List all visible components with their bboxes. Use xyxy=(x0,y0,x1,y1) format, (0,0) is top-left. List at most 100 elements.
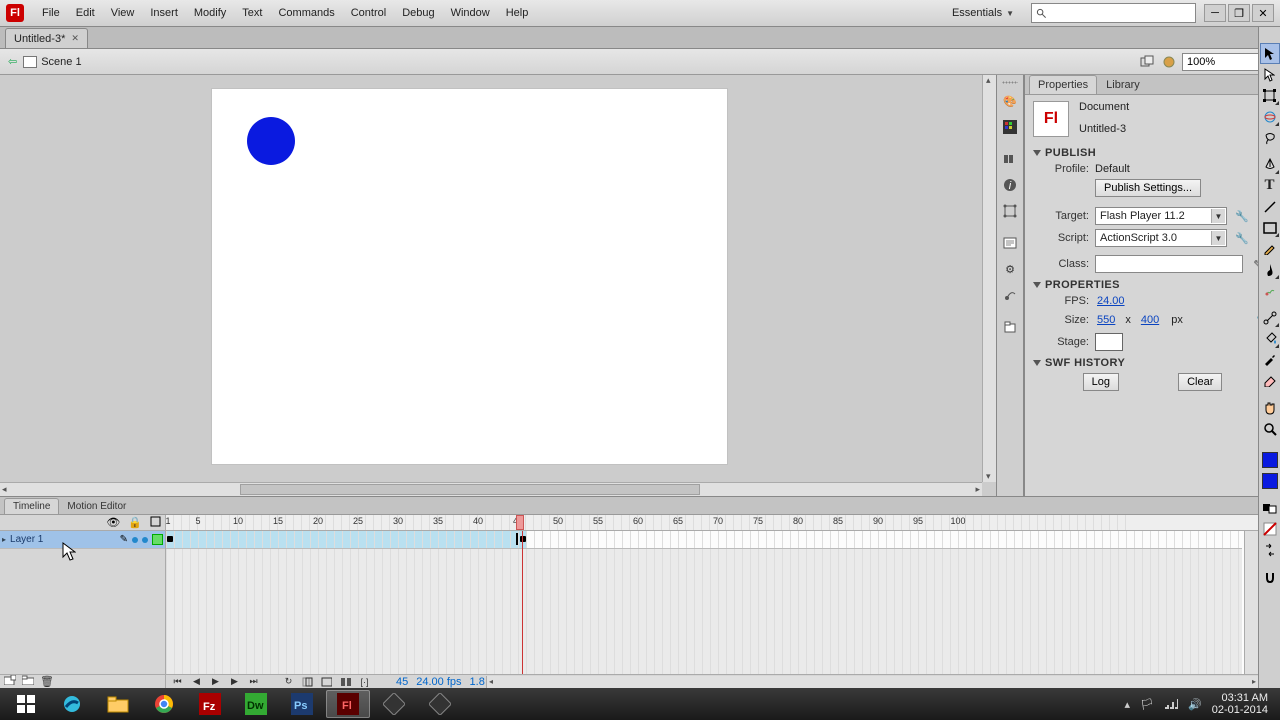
stage-area[interactable] xyxy=(0,75,996,496)
onion-skin-icon[interactable] xyxy=(302,677,313,687)
motion-presets-icon[interactable] xyxy=(997,282,1023,308)
frames-area[interactable] xyxy=(166,531,1258,674)
align-panel-icon[interactable] xyxy=(997,146,1023,172)
eyedropper-tool[interactable] xyxy=(1260,349,1280,370)
back-arrow-icon[interactable]: ⇦ xyxy=(8,55,17,68)
stroke-color[interactable] xyxy=(1260,449,1280,470)
new-layer-icon[interactable] xyxy=(4,675,16,688)
eraser-tool[interactable] xyxy=(1260,370,1280,391)
goto-first-icon[interactable]: ⏮ xyxy=(172,676,183,687)
restore-button[interactable]: ❐ xyxy=(1228,4,1250,22)
layer-expand-icon[interactable]: ▸ xyxy=(2,535,6,544)
code-snippets-icon[interactable] xyxy=(997,230,1023,256)
tray-date[interactable]: 02-01-2014 xyxy=(1212,704,1268,716)
project-panel-icon[interactable] xyxy=(997,314,1023,340)
target-select[interactable]: Flash Player 11.2▼ xyxy=(1095,207,1227,225)
delete-layer-icon[interactable]: 🗑 xyxy=(40,675,54,688)
explorer-taskbar-icon[interactable] xyxy=(96,690,140,718)
class-input[interactable] xyxy=(1095,255,1243,273)
chrome-taskbar-icon[interactable] xyxy=(142,690,186,718)
tray-up-icon[interactable]: ▴ xyxy=(1125,698,1131,711)
shape-circle[interactable] xyxy=(247,117,295,165)
section-properties[interactable]: PROPERTIES xyxy=(1033,279,1272,291)
lasso-tool[interactable] xyxy=(1260,127,1280,148)
selection-tool[interactable] xyxy=(1260,43,1280,64)
ie-taskbar-icon[interactable] xyxy=(50,690,94,718)
zoom-tool[interactable] xyxy=(1260,418,1280,439)
start-button[interactable] xyxy=(4,690,48,718)
stage-canvas[interactable] xyxy=(212,89,727,464)
loop-icon[interactable]: ↻ xyxy=(283,676,294,687)
swatches-panel-icon[interactable] xyxy=(997,114,1023,140)
onion-markers-icon[interactable]: [·] xyxy=(359,677,370,687)
menu-insert[interactable]: Insert xyxy=(142,3,186,23)
panel-grip[interactable] xyxy=(1002,81,1018,84)
keyframe-start[interactable] xyxy=(167,536,173,542)
subselection-tool[interactable] xyxy=(1260,64,1280,85)
action-center-icon[interactable]: 🏳 xyxy=(1140,698,1154,711)
tab-library[interactable]: Library xyxy=(1097,75,1149,94)
edit-scene-icon[interactable] xyxy=(1138,53,1156,71)
app2-taskbar-icon[interactable] xyxy=(418,690,462,718)
text-tool[interactable]: T xyxy=(1260,175,1280,196)
menu-file[interactable]: File xyxy=(34,3,68,23)
frames-scrollbar-vertical[interactable] xyxy=(1244,531,1258,674)
tab-properties[interactable]: Properties xyxy=(1029,75,1097,94)
menu-commands[interactable]: Commands xyxy=(270,3,342,23)
line-tool[interactable] xyxy=(1260,196,1280,217)
current-frame[interactable]: 45 xyxy=(396,676,408,688)
publish-settings-button[interactable]: Publish Settings... xyxy=(1095,179,1201,197)
step-fwd-icon[interactable]: ▶ xyxy=(229,676,240,687)
menu-modify[interactable]: Modify xyxy=(186,3,234,23)
menu-window[interactable]: Window xyxy=(443,3,498,23)
flash-taskbar-icon[interactable]: Fl xyxy=(326,690,370,718)
clear-button[interactable]: Clear xyxy=(1178,373,1222,391)
scene-crumb[interactable]: Scene 1 xyxy=(23,56,81,68)
network-icon[interactable] xyxy=(1164,697,1178,712)
swap-colors-icon[interactable] xyxy=(1260,539,1280,560)
menu-debug[interactable]: Debug xyxy=(394,3,442,23)
color-panel-icon[interactable]: 🎨 xyxy=(997,88,1023,114)
workspace-switcher[interactable]: Essentials ▼ xyxy=(945,4,1025,22)
transform-panel-icon[interactable] xyxy=(997,198,1023,224)
log-button[interactable]: Log xyxy=(1083,373,1119,391)
wrench-icon[interactable]: 🔧 xyxy=(1233,207,1251,225)
pencil-tool[interactable] xyxy=(1260,238,1280,259)
lock-column-icon[interactable]: 🔒 xyxy=(128,516,142,529)
wrench-icon[interactable]: 🔧 xyxy=(1233,229,1251,247)
filezilla-taskbar-icon[interactable]: Fz xyxy=(188,690,232,718)
new-folder-icon[interactable] xyxy=(22,675,34,688)
keyframe-end[interactable] xyxy=(520,536,526,542)
app-taskbar-icon[interactable] xyxy=(372,690,416,718)
size-height[interactable]: 400 xyxy=(1139,314,1161,326)
minimize-button[interactable]: ─ xyxy=(1204,4,1226,22)
edit-symbols-icon[interactable] xyxy=(1160,53,1178,71)
stage-color-swatch[interactable] xyxy=(1095,333,1123,351)
no-color-icon[interactable] xyxy=(1260,518,1280,539)
menu-edit[interactable]: Edit xyxy=(68,3,103,23)
fps-value[interactable]: 24.00 xyxy=(1095,295,1127,307)
photoshop-taskbar-icon[interactable]: Ps xyxy=(280,690,324,718)
black-and-white-icon[interactable] xyxy=(1260,497,1280,518)
components-panel-icon[interactable]: ⚙ xyxy=(997,256,1023,282)
step-back-icon[interactable]: ◀ xyxy=(191,676,202,687)
onion-skin-outlines-icon[interactable] xyxy=(321,677,332,687)
search-input[interactable] xyxy=(1031,3,1196,23)
fill-color[interactable] xyxy=(1260,470,1280,491)
timeline-ruler[interactable]: 1510152025303540455055606570758085909510… xyxy=(166,515,1258,530)
tab-motion-editor[interactable]: Motion Editor xyxy=(59,499,134,514)
layer-row[interactable]: ▸ Layer 1 ✎ xyxy=(0,531,165,549)
tab-timeline[interactable]: Timeline xyxy=(4,498,59,514)
stage-scrollbar-horizontal[interactable] xyxy=(0,482,982,496)
outline-column-icon[interactable] xyxy=(150,516,161,530)
pen-tool[interactable] xyxy=(1260,154,1280,175)
dreamweaver-taskbar-icon[interactable]: Dw xyxy=(234,690,278,718)
document-tab[interactable]: Untitled-3* ✕ xyxy=(5,28,88,48)
deco-tool[interactable] xyxy=(1260,280,1280,301)
3d-rotation-tool[interactable] xyxy=(1260,106,1280,127)
scrollbar-thumb[interactable] xyxy=(240,484,700,495)
menu-help[interactable]: Help xyxy=(498,3,537,23)
close-button[interactable]: ✕ xyxy=(1252,4,1274,22)
layer-name[interactable]: Layer 1 xyxy=(10,534,116,545)
playhead-line[interactable] xyxy=(522,531,523,674)
